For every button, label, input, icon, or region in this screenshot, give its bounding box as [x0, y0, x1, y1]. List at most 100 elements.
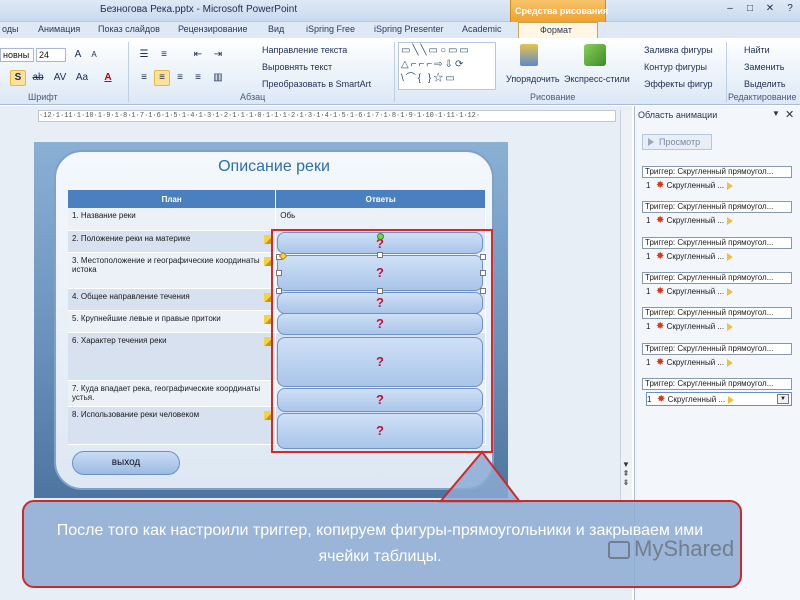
trigger-header[interactable]: Триггер: Скругленный прямоугол... [642, 201, 792, 213]
scroll-nav-icons[interactable]: ▼ ⇞ ⇟ [620, 460, 632, 500]
animation-item[interactable]: 1 ✸ Скругленный ... [646, 356, 792, 370]
close-window-icon[interactable]: ✕ [762, 2, 778, 16]
table-cell: 2. Положение реки на материке [68, 230, 277, 253]
window-title: Безногова Река.pptx - Microsoft PowerPoi… [100, 4, 298, 15]
align-right-icon[interactable]: ≡ [172, 70, 188, 86]
change-case-icon[interactable]: Aa [74, 70, 90, 86]
table-cell: 6. Характер течения реки [68, 332, 277, 381]
watermark: MyShared [608, 536, 734, 562]
trigger-header[interactable]: Триггер: Скругленный прямоугол... [642, 343, 792, 355]
bullets-icon[interactable]: ☰ [136, 47, 152, 63]
outdent-icon[interactable]: ⇥ [210, 47, 226, 63]
smartart-cmd[interactable]: Преобразовать в SmartArt [262, 79, 371, 89]
trigger-header[interactable]: Триггер: Скругленный прямоугол... [642, 378, 792, 390]
item-number: 1 [646, 252, 651, 261]
animation-item[interactable]: 1 ✸ Скругленный ... [646, 250, 792, 264]
animation-item[interactable]: 1 ✸ Скругленный ... [646, 285, 792, 299]
trigger-header[interactable]: Триггер: Скругленный прямоугол... [642, 166, 792, 178]
pane-menu-icon[interactable]: ▼ [772, 109, 780, 118]
rotate-handle[interactable] [377, 233, 384, 240]
timing-icon [727, 216, 734, 225]
trigger-header[interactable]: Триггер: Скругленный прямоугол... [642, 272, 792, 284]
tab-view[interactable]: Вид [268, 24, 284, 34]
resize-handle[interactable] [480, 270, 486, 276]
plan-item: 6. Характер течения реки [72, 335, 167, 345]
resize-handle[interactable] [480, 288, 486, 294]
font-name-box[interactable]: новны [0, 48, 34, 62]
plan-item: 7. Куда впадает река, географические коо… [72, 383, 261, 402]
replace-cmd[interactable]: Заменить [744, 62, 784, 72]
exit-button[interactable]: выход [72, 451, 180, 475]
find-cmd[interactable]: Найти [744, 45, 770, 55]
strikethrough-icon[interactable]: ab [30, 70, 46, 86]
shrink-font-icon[interactable]: A [86, 47, 102, 63]
maximize-icon[interactable]: □ [742, 2, 758, 16]
table-cell: 4. Общее направление течения [68, 288, 277, 311]
grow-font-icon[interactable]: A [70, 47, 86, 63]
watermark-logo-icon [608, 541, 630, 560]
font-size-box[interactable]: 24 [36, 48, 66, 62]
resize-handle[interactable] [377, 252, 383, 258]
entrance-effect-icon: ✸ [656, 251, 665, 262]
close-icon[interactable]: ✕ [785, 108, 794, 121]
tab-home-partial[interactable]: оды [2, 24, 19, 34]
group-drawing-label: Рисование [530, 92, 576, 102]
shapes-gallery[interactable]: ▭╲╲▭○▭▭ △⌐⌐⌐⇨⇩⟳ \⌒{ }☆▭ [398, 42, 496, 90]
indent-icon[interactable]: ⇤ [190, 47, 206, 63]
item-number: 1 [647, 395, 652, 404]
char-spacing-icon[interactable]: AV [52, 70, 68, 86]
font-color-icon[interactable]: A [100, 70, 116, 86]
table-cell: 5. Крупнейшие левые и правые притоки [68, 310, 277, 333]
preview-button[interactable]: Просмотр [642, 134, 712, 150]
vertical-scrollbar[interactable] [620, 110, 632, 500]
shadow-text-icon[interactable]: S [10, 70, 26, 86]
align-center-icon[interactable]: ≡ [154, 70, 170, 86]
slide-title[interactable]: Описание реки [54, 158, 494, 176]
animation-item[interactable]: 1 ✸ Скругленный ... [646, 320, 792, 334]
resize-handle[interactable] [276, 270, 282, 276]
tab-academic[interactable]: Academic [462, 24, 502, 34]
columns-icon[interactable]: ▥ [210, 70, 226, 86]
animation-item[interactable]: 1 ✸ Скругленный ... [646, 179, 792, 193]
timing-icon [728, 395, 735, 404]
tab-ispring-presenter[interactable]: iSpring Presenter [374, 24, 444, 34]
trigger-header[interactable]: Триггер: Скругленный прямоугол... [642, 307, 792, 319]
table-cell: 7. Куда впадает река, географические коо… [68, 380, 277, 407]
arrange-cmd[interactable]: Упорядочить [506, 74, 560, 84]
minimize-icon[interactable]: – [722, 2, 738, 16]
shape-outline-cmd[interactable]: Контур фигуры [644, 62, 707, 72]
align-left-icon[interactable]: ≡ [136, 70, 152, 86]
table-cell: 8. Использование реки человеком [68, 406, 277, 445]
resize-handle[interactable] [276, 288, 282, 294]
item-number: 1 [646, 287, 651, 296]
tab-ispring-free[interactable]: iSpring Free [306, 24, 355, 34]
timing-icon [727, 181, 734, 190]
item-dropdown-icon[interactable]: ▼ [777, 394, 789, 404]
help-icon[interactable]: ? [782, 2, 798, 16]
tab-animation[interactable]: Анимация [38, 24, 80, 34]
item-number: 1 [646, 322, 651, 331]
quick-styles-icon[interactable] [584, 44, 606, 66]
shape-fill-cmd[interactable]: Заливка фигуры [644, 45, 713, 55]
numbering-icon[interactable]: ≡ [156, 47, 172, 63]
justify-icon[interactable]: ≡ [190, 70, 206, 86]
animation-item[interactable]: 1 ✸ Скругленный ... [646, 214, 792, 228]
trigger-header[interactable]: Триггер: Скругленный прямоугол... [642, 237, 792, 249]
preview-label: Просмотр [659, 137, 701, 147]
resize-handle[interactable] [377, 288, 383, 294]
arrange-icon[interactable] [520, 44, 538, 66]
timing-icon [727, 358, 734, 367]
resize-handle[interactable] [480, 254, 486, 260]
animation-item-selected[interactable]: 1 ✸ Скругленный ... ▼ [646, 392, 792, 406]
quick-styles-cmd[interactable]: Экспресс-стили [564, 74, 630, 84]
text-direction-cmd[interactable]: Направление текста [262, 45, 347, 55]
tab-review[interactable]: Рецензирование [178, 24, 248, 34]
align-text-cmd[interactable]: Выровнять текст [262, 62, 332, 72]
item-label: Скругленный ... [666, 252, 725, 261]
table-row: 1. Название реки Обь [68, 208, 486, 231]
shape-effects-cmd[interactable]: Эффекты фигур [644, 79, 713, 89]
entrance-effect-icon: ✸ [656, 286, 665, 297]
tab-slideshow[interactable]: Показ слайдов [98, 24, 160, 34]
tab-format[interactable]: Формат [540, 25, 572, 35]
select-cmd[interactable]: Выделить [744, 79, 786, 89]
